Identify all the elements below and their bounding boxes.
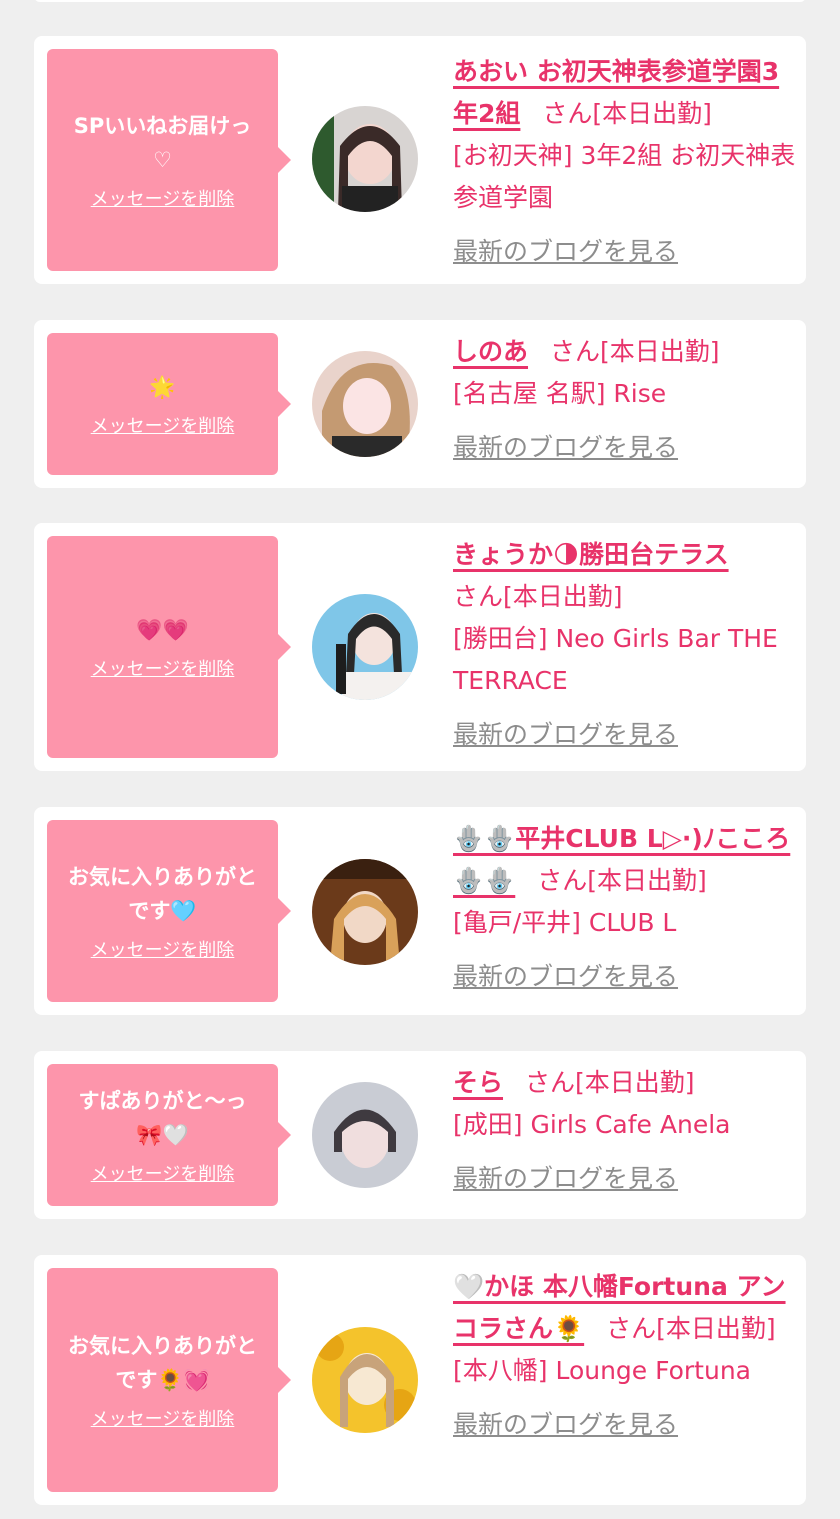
avatar-image [312,1327,418,1433]
cast-info: そら さん[本日出勤] [成田] Girls Cafe Anela 最新のブログを… [453,1062,798,1200]
latest-blog-link[interactable]: 最新のブログを見る [453,1404,798,1446]
latest-blog-link[interactable]: 最新のブログを見る [453,231,798,273]
shop-name: [名古屋 名駅] Rise [453,379,667,408]
cast-name-link[interactable]: しのあ [453,337,528,366]
avatar[interactable] [312,1082,418,1188]
avatar[interactable] [312,351,418,457]
message-text: すぱありがと〜っ🎀🤍 [78,1089,247,1147]
cast-name-link[interactable]: そら [453,1068,503,1097]
shop-name: [本八幡] Lounge Fortuna [453,1356,751,1385]
cast-info: 🤍かほ 本八幡Fortuna アンコラさん🌻 さん[本日出勤] [本八幡] Lou… [453,1266,798,1446]
favorite-card: 🌟 メッセージを削除 しのあ さん[本日出勤] [名古屋 名駅] Rise 最新の… [34,320,806,488]
avatar-image [312,594,418,700]
avatar-image [312,351,418,457]
message-bubble: 🌟 メッセージを削除 [47,333,291,475]
favorite-card: お気に入りありがとです🩵 メッセージを削除 🪬🪬平井CLUB L▷·)ﾉこころ🪬… [34,807,806,1015]
attendance-status: さん[本日出勤] [606,1314,776,1343]
attendance-status: さん[本日出勤] [453,582,623,611]
favorite-card: すぱありがと〜っ🎀🤍 メッセージを削除 そら さん[本日出勤] [成田] Girl… [34,1051,806,1219]
delete-message-link[interactable]: メッセージを削除 [91,936,235,962]
favorite-card: SPいいねお届けっ♡ メッセージを削除 あおい お初天神表参道学園3年2組 さん[… [34,36,806,284]
cast-info: きょうか🌗勝田台テラス さん[本日出勤] [勝田台] Neo Girls Bar … [453,534,798,756]
message-bubble: お気に入りありがとです🌻💓 メッセージを削除 [47,1268,291,1492]
favorite-card: お気に入りありがとです🌻💓 メッセージを削除 🤍かほ 本八幡Fortuna アン… [34,1255,806,1505]
shop-name: [亀戸/平井] CLUB L [453,908,677,937]
delete-message-link[interactable]: メッセージを削除 [91,185,235,211]
message-bubble: すぱありがと〜っ🎀🤍 メッセージを削除 [47,1064,291,1206]
shop-name: [お初天神] 3年2組 お初天神表参道学園 [453,141,796,212]
latest-blog-link[interactable]: 最新のブログを見る [453,714,798,756]
avatar-image [312,106,418,212]
avatar[interactable] [312,859,418,965]
message-bubble: 💗💗 メッセージを削除 [47,536,291,758]
avatar-image [312,859,418,965]
delete-message-link[interactable]: メッセージを削除 [91,1160,235,1186]
delete-message-link[interactable]: メッセージを削除 [91,412,235,438]
message-bubble: SPいいねお届けっ♡ メッセージを削除 [47,49,291,271]
attendance-status: さん[本日出勤] [537,866,707,895]
avatar[interactable] [312,1327,418,1433]
delete-message-link[interactable]: メッセージを削除 [91,1405,235,1431]
message-text: お気に入りありがとです🌻💓 [68,1334,257,1392]
cast-info: あおい お初天神表参道学園3年2組 さん[本日出勤] [お初天神] 3年2組 お初… [453,51,798,273]
attendance-status: さん[本日出勤] [550,337,720,366]
attendance-status: さん[本日出勤] [525,1068,695,1097]
message-bubble: お気に入りありがとです🩵 メッセージを削除 [47,820,291,1002]
delete-message-link[interactable]: メッセージを削除 [91,655,235,681]
latest-blog-link[interactable]: 最新のブログを見る [453,956,798,998]
avatar[interactable] [312,594,418,700]
message-text: お気に入りありがとです🩵 [68,865,257,923]
avatar[interactable] [312,106,418,212]
favorite-card: 💗💗 メッセージを削除 きょうか🌗勝田台テラス さん[本日出勤] [勝田台] Ne… [34,523,806,771]
shop-name: [勝田台] Neo Girls Bar THE TERRACE [453,624,778,695]
message-text: SPいいねお届けっ♡ [73,114,252,172]
message-text: 💗💗 [136,618,189,642]
attendance-status: さん[本日出勤] [542,99,712,128]
cast-info: 🪬🪬平井CLUB L▷·)ﾉこころ🪬🪬 さん[本日出勤] [亀戸/平井] CLUB… [453,818,798,998]
cast-name-link[interactable]: きょうか🌗勝田台テラス [453,540,729,569]
latest-blog-link[interactable]: 最新のブログを見る [453,1158,798,1200]
cast-info: しのあ さん[本日出勤] [名古屋 名駅] Rise 最新のブログを見る [453,331,798,469]
latest-blog-link[interactable]: 最新のブログを見る [453,427,798,469]
avatar-image [312,1082,418,1188]
message-text: 🌟 [149,375,176,399]
previous-card-edge [34,0,806,2]
shop-name: [成田] Girls Cafe Anela [453,1110,731,1139]
